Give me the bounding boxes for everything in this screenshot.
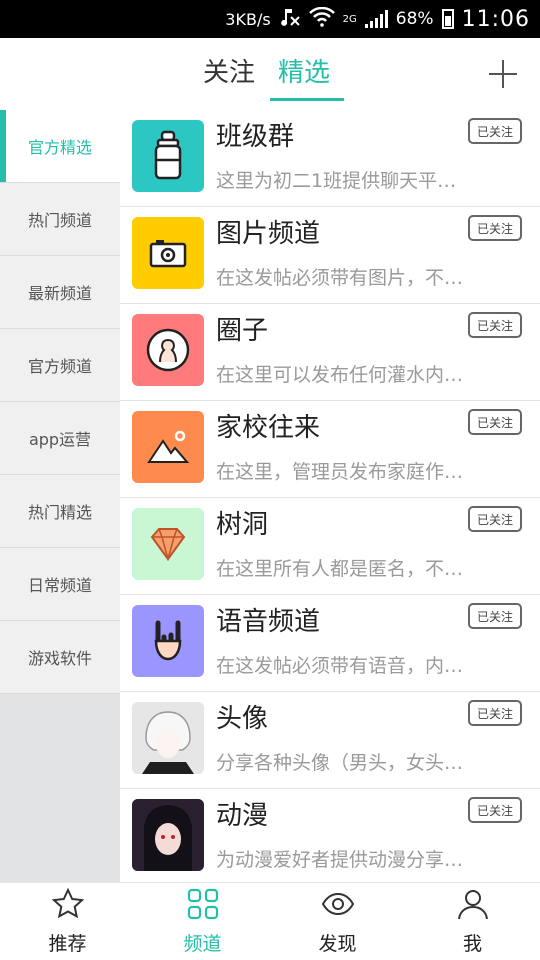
- nav-recommend[interactable]: 推荐: [0, 883, 135, 960]
- followed-button[interactable]: 已关注: [468, 506, 522, 532]
- nav-label: 推荐: [48, 933, 87, 955]
- followed-button[interactable]: 已关注: [468, 700, 522, 726]
- rock-hand-icon: [132, 605, 204, 677]
- grid-icon: [186, 887, 220, 925]
- channel-row[interactable]: 家校往来 在这里，管理员发布家庭作… 已关注: [120, 401, 540, 498]
- nav-label: 频道: [183, 933, 222, 955]
- camera-icon: [132, 217, 204, 289]
- nav-discover[interactable]: 发现: [270, 883, 405, 960]
- channel-title: 图片频道: [216, 219, 321, 249]
- channel-description: 为动漫爱好者提供动漫分享…: [216, 849, 464, 871]
- followed-button[interactable]: 已关注: [468, 797, 522, 823]
- channel-description: 在这发帖必须带有图片，不…: [216, 267, 464, 289]
- person-icon: [132, 314, 204, 386]
- channel-description: 在这里，管理员发布家庭作…: [216, 461, 464, 483]
- channel-description: 在这发帖必须带有语音，内…: [216, 655, 464, 677]
- baby-bottle-icon: [132, 120, 204, 192]
- signal-icon: [364, 10, 388, 28]
- active-tab-indicator: [270, 98, 344, 101]
- channel-row[interactable]: 头像 分享各种头像（男头，女头… 已关注: [120, 692, 540, 789]
- channel-title: 语音频道: [216, 607, 321, 637]
- followed-button[interactable]: 已关注: [468, 118, 522, 144]
- top-header: 关注 精选: [0, 38, 540, 110]
- channel-list: 班级群 这里为初二1班提供聊天平… 已关注 图片频道 在这发帖必须带有图片，不……: [120, 110, 540, 882]
- network-type: 2G: [342, 13, 357, 25]
- tab-follow[interactable]: 关注: [203, 52, 255, 89]
- channel-title: 动漫: [216, 801, 269, 831]
- channel-description: 在这里所有人都是匿名，不…: [216, 558, 464, 580]
- channel-description: 分享各种头像（男头，女头…: [216, 752, 464, 774]
- battery-percent: 68%: [395, 9, 434, 29]
- status-bar: 3KB/s 2G 68% 11:06: [0, 0, 540, 38]
- eye-icon: [321, 887, 355, 925]
- mute-icon: [279, 7, 301, 32]
- sidebar-item-official-featured[interactable]: 官方精选: [0, 110, 120, 183]
- nav-channels[interactable]: 频道: [135, 883, 270, 960]
- followed-button[interactable]: 已关注: [468, 215, 522, 241]
- sidebar-item-app-operations[interactable]: app运营: [0, 402, 120, 475]
- plus-icon[interactable]: [489, 60, 517, 88]
- channel-title: 班级群: [216, 122, 295, 152]
- battery-icon: [441, 9, 454, 29]
- channel-row[interactable]: 树洞 在这里所有人都是匿名，不… 已关注: [120, 498, 540, 595]
- nav-me[interactable]: 我: [405, 883, 540, 960]
- sidebar-item-daily-channels[interactable]: 日常频道: [0, 548, 120, 621]
- followed-button[interactable]: 已关注: [468, 312, 522, 338]
- anime-image: [132, 799, 204, 871]
- sidebar-item-hot-featured[interactable]: 热门精选: [0, 475, 120, 548]
- avatar-image: [132, 702, 204, 774]
- sidebar-item-game-software[interactable]: 游戏软件: [0, 621, 120, 694]
- channel-title: 家校往来: [216, 413, 321, 443]
- nav-label: 我: [462, 933, 482, 955]
- bottom-nav: 推荐 频道 发现 我: [0, 882, 540, 960]
- user-icon: [456, 887, 490, 925]
- sidebar-item-latest-channels[interactable]: 最新频道: [0, 256, 120, 329]
- channel-row[interactable]: 图片频道 在这发帖必须带有图片，不… 已关注: [120, 207, 540, 304]
- nav-label: 发现: [318, 933, 357, 955]
- net-speed: 3KB/s: [225, 9, 271, 29]
- channel-row[interactable]: 圈子 在这里可以发布任何灌水内… 已关注: [120, 304, 540, 401]
- channel-row[interactable]: 动漫 为动漫爱好者提供动漫分享… 已关注: [120, 789, 540, 882]
- channel-row[interactable]: 语音频道 在这发帖必须带有语音，内… 已关注: [120, 595, 540, 692]
- followed-button[interactable]: 已关注: [468, 409, 522, 435]
- channel-row[interactable]: 班级群 这里为初二1班提供聊天平… 已关注: [120, 110, 540, 207]
- sidebar-item-official-channels[interactable]: 官方频道: [0, 329, 120, 402]
- followed-button[interactable]: 已关注: [468, 603, 522, 629]
- mountain-icon: [132, 411, 204, 483]
- diamond-icon: [132, 508, 204, 580]
- channel-title: 头像: [216, 704, 269, 734]
- category-sidebar: 官方精选 热门频道 最新频道 官方频道 app运营 热门精选 日常频道 游戏软件: [0, 110, 120, 882]
- channel-title: 树洞: [216, 510, 269, 540]
- sidebar-item-hot-channels[interactable]: 热门频道: [0, 183, 120, 256]
- channel-description: 在这里可以发布任何灌水内…: [216, 364, 464, 386]
- tab-featured[interactable]: 精选: [278, 52, 330, 89]
- wifi-icon: [308, 6, 335, 32]
- channel-description: 这里为初二1班提供聊天平…: [216, 170, 457, 192]
- channel-title: 圈子: [216, 316, 269, 346]
- star-icon: [51, 887, 85, 925]
- clock: 11:06: [461, 6, 530, 32]
